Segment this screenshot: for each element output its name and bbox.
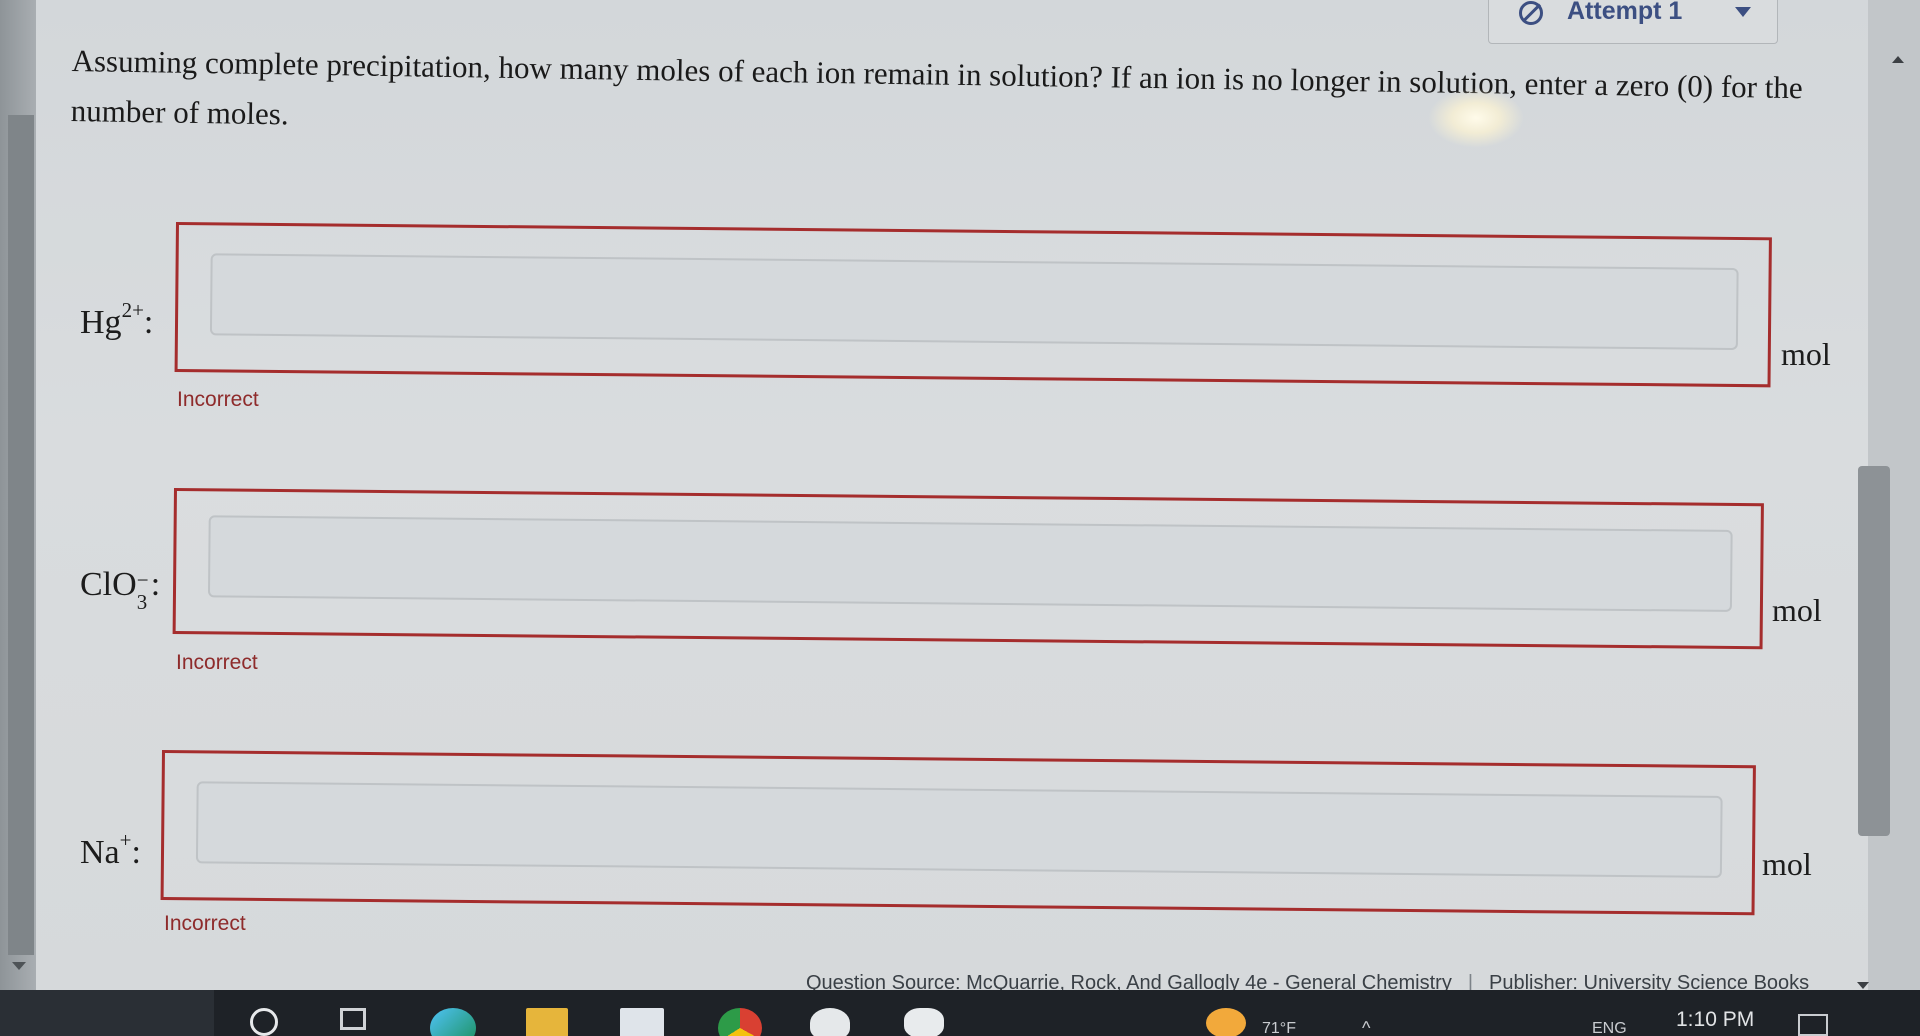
ion-label-hg: Hg2+: (80, 298, 154, 341)
search-icon[interactable] (250, 1008, 278, 1036)
moles-input-clo3[interactable] (207, 515, 1733, 612)
sidebar-down-arrow-icon[interactable] (12, 962, 26, 970)
scroll-up-arrow-icon[interactable] (1892, 56, 1904, 63)
ban-icon (1519, 1, 1543, 25)
store-icon[interactable] (620, 1008, 664, 1036)
left-sidebar (0, 0, 36, 990)
feedback-incorrect-hg: Incorrect (177, 388, 259, 411)
unit-label-clo3: mol (1772, 592, 1822, 628)
task-view-icon[interactable] (340, 1008, 366, 1030)
moles-input-na[interactable] (195, 781, 1723, 878)
ion-subscript: 3 (136, 590, 148, 614)
answer-box-hg (174, 222, 1772, 388)
ion-symbol: ClO (80, 566, 137, 603)
taskbar: 71°F ^ ENG 1:10 PM (0, 990, 1920, 1036)
feedback-incorrect-na: Incorrect (164, 912, 246, 935)
app-icon[interactable] (810, 1008, 850, 1036)
moles-input-hg[interactable] (209, 253, 1739, 350)
unit-label-hg: mol (1781, 336, 1831, 372)
app-icon[interactable] (904, 1008, 944, 1036)
taskbar-search-area[interactable] (0, 990, 214, 1036)
ion-symbol: Hg (80, 304, 122, 341)
chevron-up-icon[interactable]: ^ (1362, 1018, 1370, 1036)
clock[interactable]: 1:10 PM (1676, 1008, 1754, 1032)
ion-charge: 2+ (121, 298, 144, 322)
answer-box-clo3 (172, 488, 1764, 650)
language-indicator[interactable]: ENG (1592, 1020, 1627, 1036)
temperature-readout: 71°F (1262, 1020, 1296, 1036)
ion-charge: + (119, 828, 132, 852)
chevron-down-icon (1735, 7, 1751, 17)
unit-label-na: mol (1762, 846, 1812, 882)
file-explorer-icon[interactable] (526, 1008, 568, 1036)
chrome-browser-icon[interactable] (718, 1008, 762, 1036)
weather-icon[interactable] (1206, 1008, 1246, 1036)
ion-label-na: Na+: (80, 828, 141, 871)
scroll-down-arrow-icon[interactable] (1857, 982, 1869, 989)
left-sidebar-bar (8, 115, 34, 955)
attempt-label: Attempt 1 (1567, 0, 1683, 25)
attempt-dropdown[interactable]: Attempt 1 (1488, 0, 1778, 44)
ion-symbol: Na (80, 834, 120, 871)
scrollbar-thumb[interactable] (1858, 466, 1890, 836)
answer-box-na (160, 750, 1756, 916)
notification-icon[interactable] (1798, 1014, 1828, 1036)
edge-browser-icon[interactable] (430, 1008, 476, 1036)
ion-label-clo3: ClO −3: (80, 566, 161, 614)
feedback-incorrect-clo3: Incorrect (176, 651, 258, 674)
screen-glare (1428, 88, 1524, 148)
